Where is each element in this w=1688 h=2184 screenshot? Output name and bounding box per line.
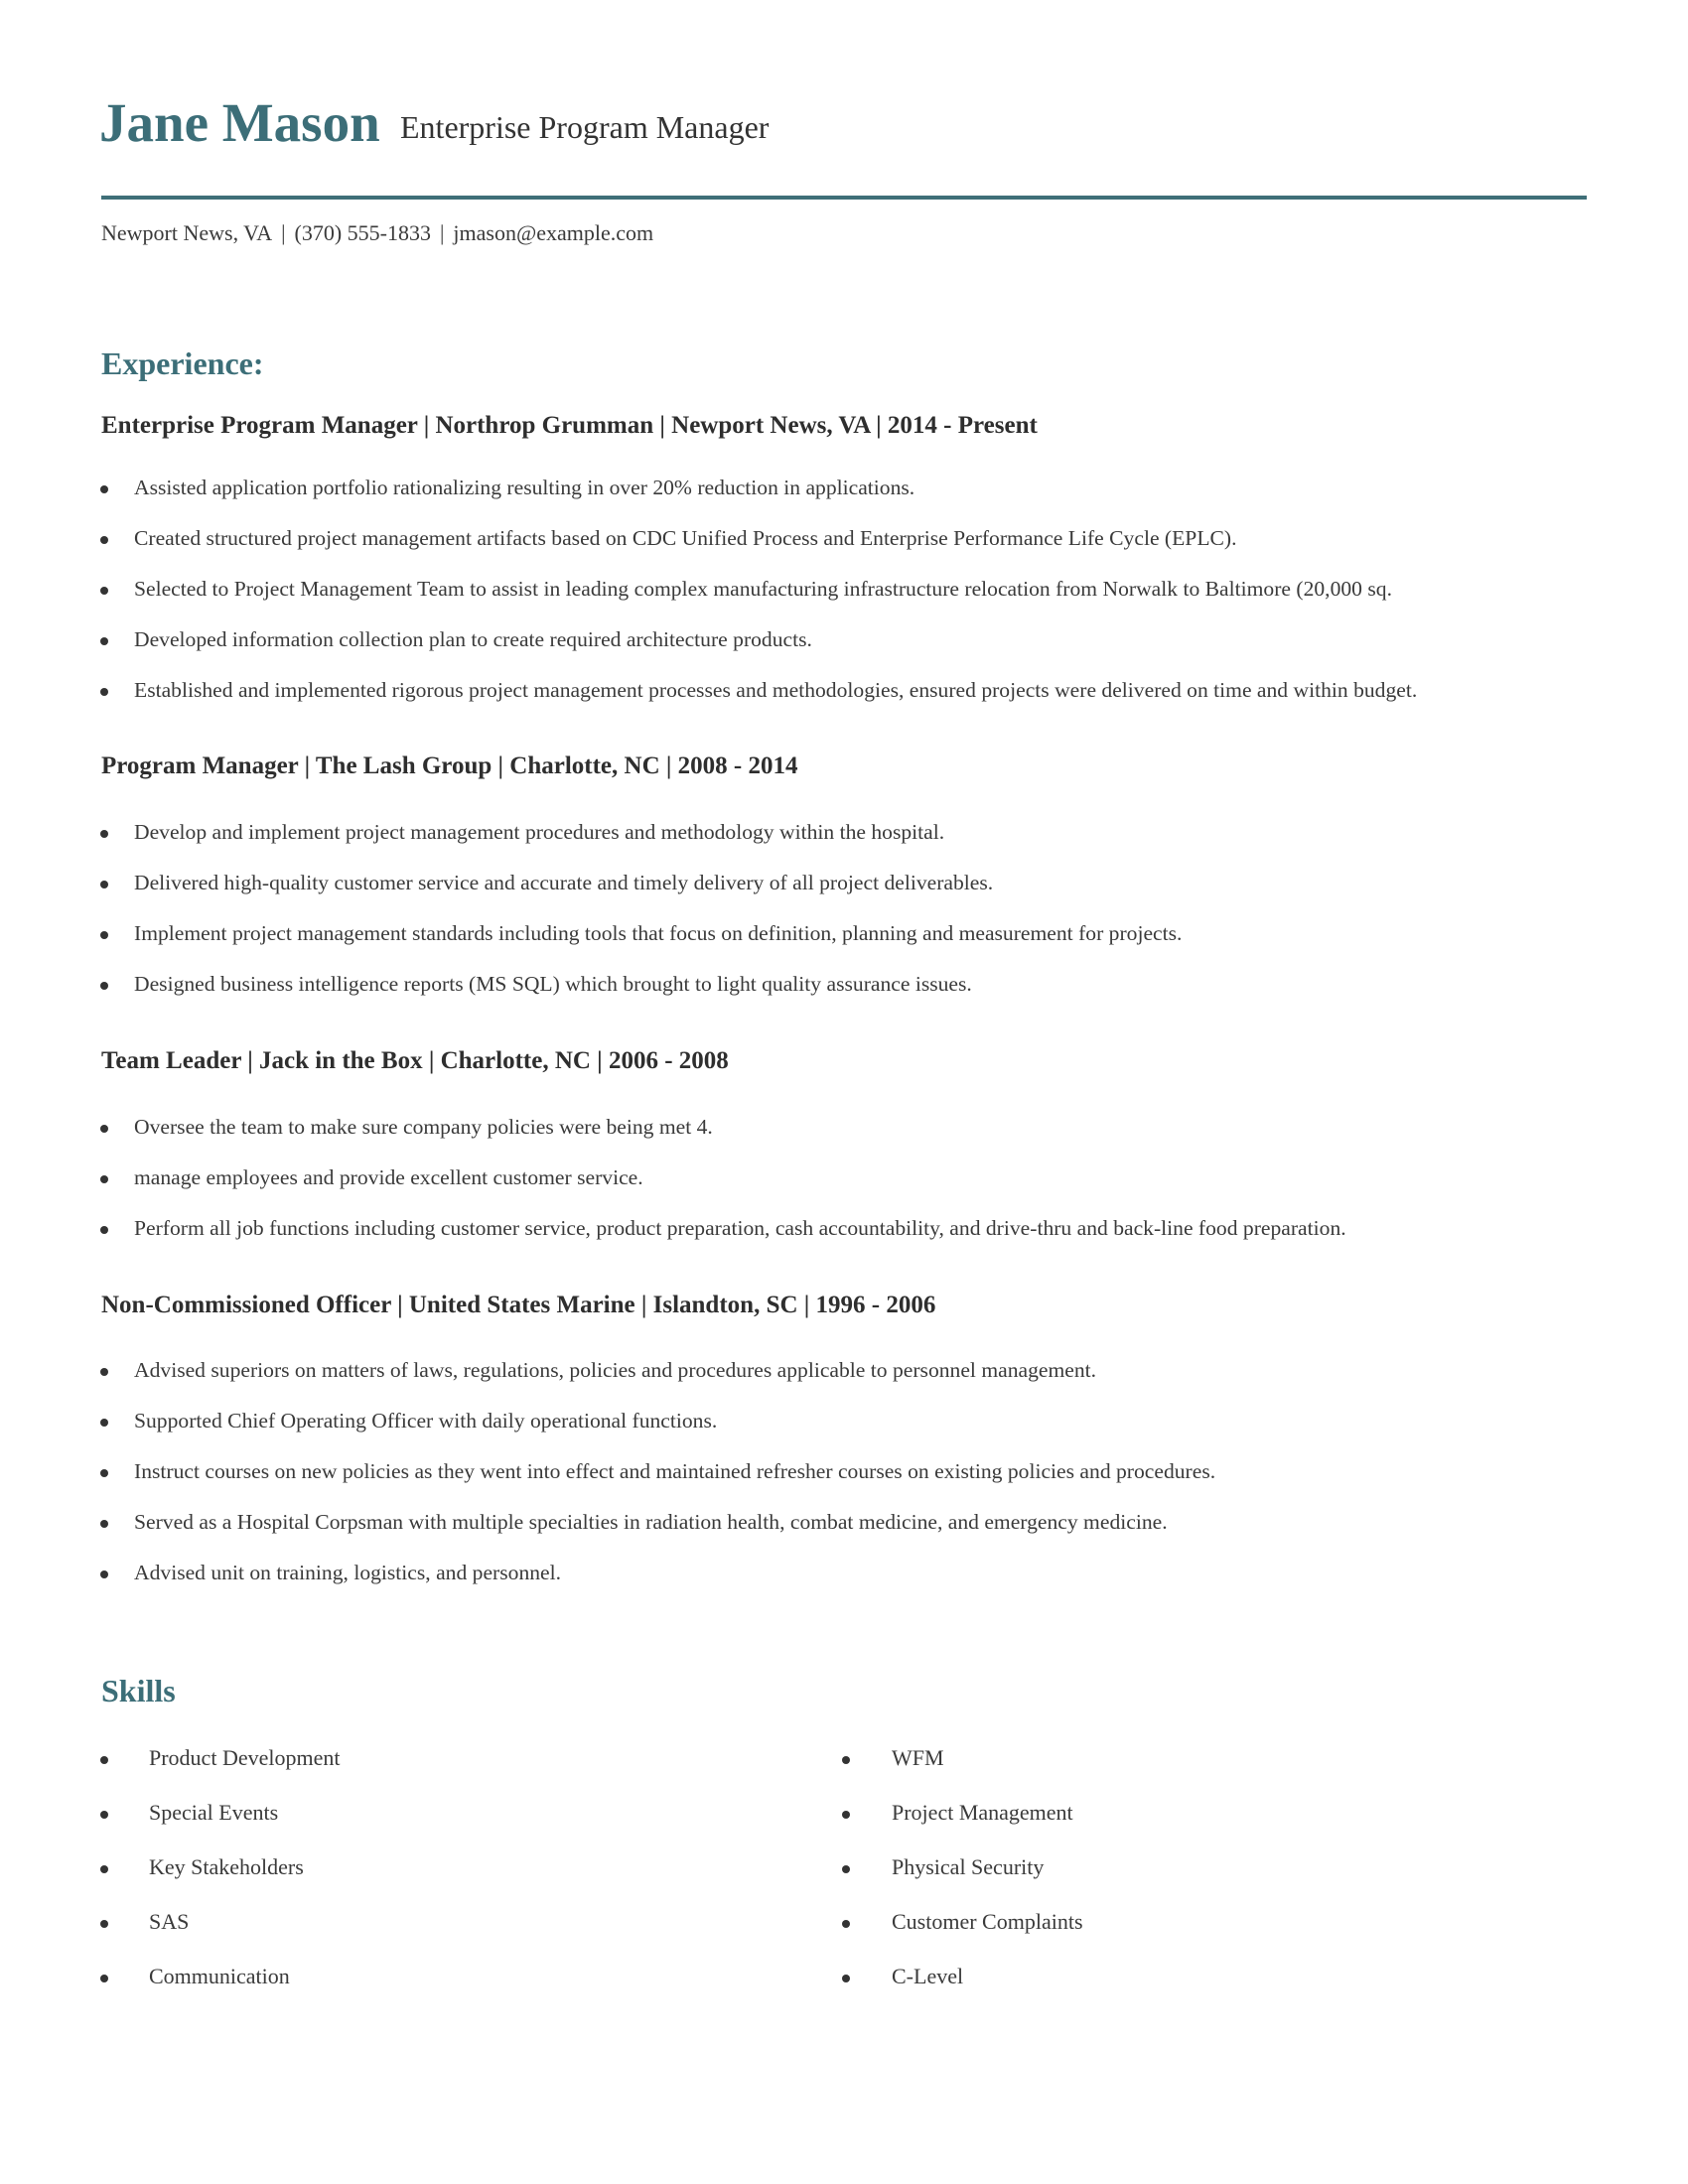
bullet-icon bbox=[100, 1175, 108, 1183]
bullet-icon bbox=[100, 1811, 108, 1819]
skill-item: WFM bbox=[892, 1745, 944, 1770]
bullet-icon bbox=[100, 536, 108, 544]
bullet-icon bbox=[100, 1368, 108, 1376]
bullet-icon bbox=[100, 1570, 108, 1578]
job-bullet: Perform all job functions including cust… bbox=[134, 1216, 1346, 1240]
bullet-icon bbox=[100, 931, 108, 939]
job-bullet: Delivered high-quality customer service … bbox=[134, 871, 994, 894]
contact-separator: | bbox=[440, 220, 445, 245]
skill-item: Project Management bbox=[892, 1800, 1073, 1825]
bullet-icon bbox=[100, 1226, 108, 1234]
bullet-icon bbox=[100, 485, 108, 493]
bullet-icon bbox=[842, 1811, 850, 1819]
job-bullet: Served as a Hospital Corpsman with multi… bbox=[134, 1510, 1168, 1534]
contact-separator: | bbox=[281, 220, 286, 245]
bullet-icon bbox=[100, 830, 108, 838]
job-bullet: Oversee the team to make sure company po… bbox=[134, 1115, 713, 1139]
bullet-icon bbox=[100, 1520, 108, 1528]
skill-item: Key Stakeholders bbox=[149, 1854, 304, 1879]
job-bullet: Created structured project management ar… bbox=[134, 526, 1237, 550]
job-title: Team Leader | Jack in the Box | Charlott… bbox=[101, 1047, 729, 1074]
bullet-icon bbox=[100, 587, 108, 595]
bullet-icon bbox=[842, 1865, 850, 1873]
bullet-icon bbox=[842, 1920, 850, 1928]
contact-phone: (370) 555-1833 bbox=[294, 220, 432, 245]
skill-item: SAS bbox=[149, 1909, 190, 1934]
bullet-icon bbox=[100, 881, 108, 888]
job-bullet: Developed information collection plan to… bbox=[134, 627, 812, 651]
bullet-icon bbox=[100, 688, 108, 696]
skill-item: Communication bbox=[149, 1964, 290, 1988]
skill-item: Customer Complaints bbox=[892, 1909, 1083, 1934]
contact-info: Newport News, VA | (370) 555-1833 | jmason@e… bbox=[101, 218, 653, 248]
bullet-icon bbox=[100, 637, 108, 645]
job-title: Non-Commissioned Officer | United States… bbox=[101, 1292, 936, 1318]
skill-item: Physical Security bbox=[892, 1854, 1045, 1879]
bullet-icon bbox=[842, 1975, 850, 1982]
bullet-icon bbox=[100, 1920, 108, 1928]
job-bullet: Develop and implement project management… bbox=[134, 820, 945, 844]
bullet-icon bbox=[100, 1756, 108, 1764]
job-bullet: Established and implemented rigorous pro… bbox=[134, 678, 1418, 702]
experience-heading: Experience: bbox=[101, 345, 264, 381]
skills-heading: Skills bbox=[101, 1673, 176, 1708]
job-title: Program Manager | The Lash Group | Charl… bbox=[101, 752, 798, 779]
job-bullet: Implement project management standards i… bbox=[134, 921, 1183, 945]
job-bullet: Selected to Project Management Team to a… bbox=[134, 577, 1392, 601]
job-bullet: Advised unit on training, logistics, and… bbox=[134, 1561, 562, 1584]
contact-email: jmason@example.com bbox=[453, 220, 654, 245]
skill-item: C-Level bbox=[892, 1964, 964, 1988]
job-bullet: Advised superiors on matters of laws, re… bbox=[134, 1358, 1097, 1382]
job-bullet: manage employees and provide excellent c… bbox=[134, 1165, 643, 1189]
bullet-icon bbox=[100, 1469, 108, 1477]
job-bullet: Designed business intelligence reports (… bbox=[134, 972, 972, 996]
bullet-icon bbox=[100, 982, 108, 990]
bullet-icon bbox=[842, 1756, 850, 1764]
job-bullet: Supported Chief Operating Officer with d… bbox=[134, 1409, 718, 1433]
candidate-title: Enterprise Program Manager bbox=[400, 109, 770, 145]
skill-item: Special Events bbox=[149, 1800, 279, 1825]
job-title: Enterprise Program Manager | Northrop Gr… bbox=[101, 412, 1038, 439]
bullet-icon bbox=[100, 1419, 108, 1427]
skill-item: Product Development bbox=[149, 1745, 341, 1770]
header-divider bbox=[101, 196, 1587, 200]
bullet-icon bbox=[100, 1865, 108, 1873]
bullet-icon bbox=[100, 1125, 108, 1133]
job-bullet: Assisted application portfolio rationali… bbox=[134, 476, 915, 499]
bullet-icon bbox=[100, 1975, 108, 1982]
job-bullet: Instruct courses on new policies as they… bbox=[134, 1459, 1216, 1483]
contact-location: Newport News, VA bbox=[101, 220, 273, 245]
candidate-name: Jane Mason bbox=[99, 92, 380, 153]
